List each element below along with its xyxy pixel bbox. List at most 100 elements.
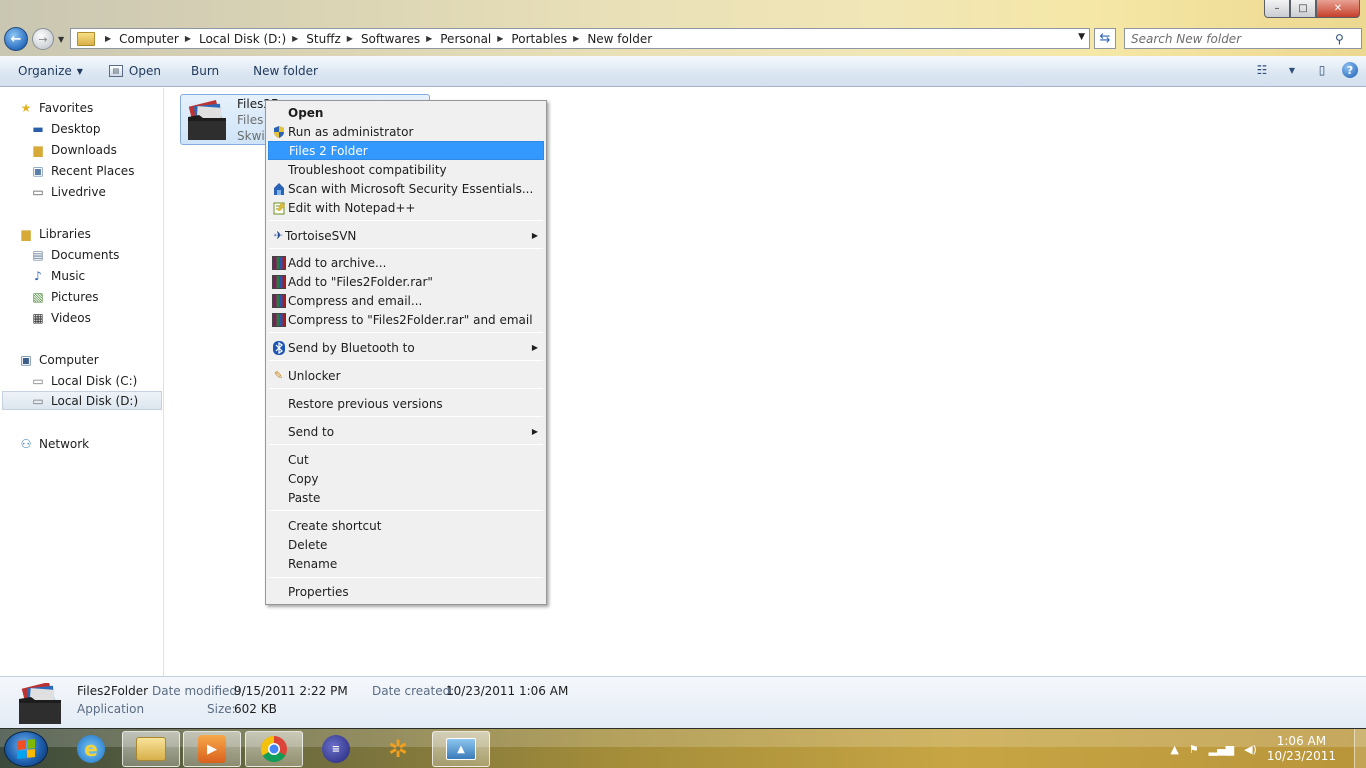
taskbar-chrome[interactable] (245, 731, 303, 767)
menu-separator (269, 577, 543, 578)
menu-item-add-rar[interactable]: Add to "Files2Folder.rar" (268, 272, 544, 291)
menu-item-paste[interactable]: Paste (268, 488, 544, 507)
chevron-right-icon: ▶ (497, 34, 504, 43)
change-view-button[interactable]: ☷ (1252, 60, 1272, 80)
menu-label: Scan with Microsoft Security Essentials.… (288, 181, 534, 196)
taskbar-media-player[interactable]: ▶ (183, 731, 241, 767)
menu-item-bluetooth[interactable]: Send by Bluetooth to ▶ (268, 338, 544, 357)
menu-label: Delete (288, 537, 328, 552)
nav-libraries[interactable]: ▆ Libraries (18, 224, 90, 243)
breadcrumb-item[interactable]: Local Disk (D:) ▶ (199, 32, 306, 46)
new-folder-button[interactable]: New folder (245, 59, 326, 83)
menu-item-tortoisesvn[interactable]: ✈ TortoiseSVN ▶ (268, 226, 544, 245)
taskbar-photo-viewer[interactable]: ▲ (432, 731, 490, 767)
search-input[interactable] (1125, 31, 1335, 46)
volume-icon[interactable]: ◀) (1244, 743, 1257, 756)
menu-item-cut[interactable]: Cut (268, 450, 544, 469)
show-desktop-button[interactable] (1354, 729, 1366, 768)
menu-item-scan[interactable]: Scan with Microsoft Security Essentials.… (268, 179, 544, 198)
nav-label: Recent Places (51, 163, 135, 178)
menu-item-run-as-admin[interactable]: Run as administrator (268, 122, 544, 141)
menu-label: Properties (288, 584, 349, 599)
menu-item-add-archive[interactable]: Add to archive... (268, 253, 544, 272)
menu-item-unlocker[interactable]: ✎ Unlocker (268, 366, 544, 385)
menu-label: Compress and email... (288, 293, 423, 308)
menu-item-restore-versions[interactable]: Restore previous versions (268, 394, 544, 413)
breadcrumb-current[interactable]: New folder (587, 32, 652, 46)
nav-local-disk-d[interactable]: ▭ Local Disk (D:) (2, 391, 162, 410)
size-value: 602 KB (234, 702, 277, 716)
refresh-button[interactable]: ⇆ (1094, 28, 1116, 49)
nav-label: Network (39, 436, 90, 451)
menu-separator (269, 510, 543, 511)
menu-item-compress-rar-email[interactable]: Compress to "Files2Folder.rar" and email (268, 310, 544, 329)
nav-recent-places[interactable]: ▣ Recent Places (30, 161, 134, 180)
menu-item-open[interactable]: Open (268, 103, 544, 122)
breadcrumb-item[interactable]: Stuffz ▶ (306, 32, 361, 46)
windows-logo-icon (17, 739, 35, 759)
menu-item-troubleshoot[interactable]: Troubleshoot compatibility (268, 160, 544, 179)
breadcrumb-item[interactable]: Personal ▶ (440, 32, 511, 46)
breadcrumb-label: Softwares (360, 31, 421, 46)
address-bar[interactable]: ▶ Computer ▶ Local Disk (D:) ▶ Stuffz ▶ Sof… (70, 28, 1090, 49)
menu-item-properties[interactable]: Properties (268, 582, 544, 601)
menu-item-delete[interactable]: Delete (268, 535, 544, 554)
show-hidden-icons-icon[interactable]: ▲ (1170, 743, 1178, 756)
folder-icon (77, 31, 95, 46)
nav-desktop[interactable]: ▬ Desktop (30, 119, 100, 138)
burn-label: Burn (190, 64, 220, 78)
nav-videos[interactable]: ▦ Videos (30, 308, 91, 327)
start-button[interactable] (4, 731, 48, 767)
taskbar-app-star[interactable]: ✲ (369, 731, 427, 767)
menu-item-create-shortcut[interactable]: Create shortcut (268, 516, 544, 535)
clock[interactable]: 1:06 AM 10/23/2011 (1267, 734, 1336, 764)
nav-documents[interactable]: ▤ Documents (30, 245, 119, 264)
music-icon: ♪ (34, 268, 42, 283)
nav-label: Computer (39, 352, 99, 367)
forward-button[interactable]: → (32, 28, 54, 50)
breadcrumb-item[interactable]: Softwares ▶ (361, 32, 440, 46)
help-icon[interactable]: ? (1342, 62, 1358, 78)
open-button[interactable]: ▤ Open (101, 59, 169, 83)
nav-music[interactable]: ♪ Music (30, 266, 85, 285)
nav-pictures[interactable]: ▧ Pictures (30, 287, 98, 306)
preview-pane-icon: ▯ (1318, 63, 1326, 77)
menu-item-rename[interactable]: Rename (268, 554, 544, 573)
breadcrumb-item[interactable]: Portables ▶ (511, 32, 587, 46)
breadcrumb-item[interactable]: Computer ▶ (119, 32, 199, 46)
menu-item-notepadpp[interactable]: Edit with Notepad++ (268, 198, 544, 217)
nav-label: Local Disk (C:) (51, 373, 138, 388)
nav-favorites[interactable]: ★ Favorites (18, 98, 94, 117)
search-icon[interactable]: ⚲ (1335, 32, 1344, 46)
maximize-button[interactable]: □ (1290, 0, 1316, 18)
view-options-dropdown[interactable]: ▼ (1282, 60, 1302, 80)
network-signal-icon[interactable]: ▂▄▆ (1209, 743, 1234, 756)
taskbar-windows-explorer[interactable] (122, 731, 180, 767)
menu-label: Paste (288, 490, 321, 505)
address-dropdown-icon[interactable]: ▼ (1078, 32, 1085, 42)
close-button[interactable]: ✕ (1316, 0, 1360, 18)
recent-pages-dropdown[interactable]: ▼ (58, 35, 64, 44)
menu-item-compress-email[interactable]: Compress and email... (268, 291, 544, 310)
winrar-icon (271, 274, 286, 289)
menu-item-copy[interactable]: Copy (268, 469, 544, 488)
taskbar-internet-explorer[interactable]: e (62, 731, 120, 767)
search-box[interactable]: ⚲ (1124, 28, 1362, 49)
nav-downloads[interactable]: ▆ Downloads (30, 140, 117, 159)
back-button[interactable]: ← (4, 27, 28, 51)
nav-network[interactable]: ⚇ Network (18, 434, 90, 453)
menu-separator (269, 388, 543, 389)
breadcrumb-root[interactable]: ▶ (99, 34, 119, 43)
organize-button[interactable]: Organize ▼ (10, 59, 91, 83)
burn-button[interactable]: Burn (183, 59, 227, 83)
nav-livedrive[interactable]: ▭ Livedrive (30, 182, 106, 201)
menu-item-send-to[interactable]: Send to ▶ (268, 422, 544, 441)
preview-pane-button[interactable]: ▯ (1312, 60, 1332, 80)
nav-computer[interactable]: ▣ Computer (18, 350, 99, 369)
minimize-button[interactable]: – (1264, 0, 1290, 18)
action-center-icon[interactable]: ⚑ (1189, 743, 1199, 756)
menu-item-files2folder[interactable]: Files 2 Folder (268, 141, 544, 160)
taskbar-eclipse[interactable]: ≡ (307, 731, 365, 767)
nav-local-disk-c[interactable]: ▭ Local Disk (C:) (30, 371, 137, 390)
chevron-right-icon: ▶ (184, 34, 191, 43)
